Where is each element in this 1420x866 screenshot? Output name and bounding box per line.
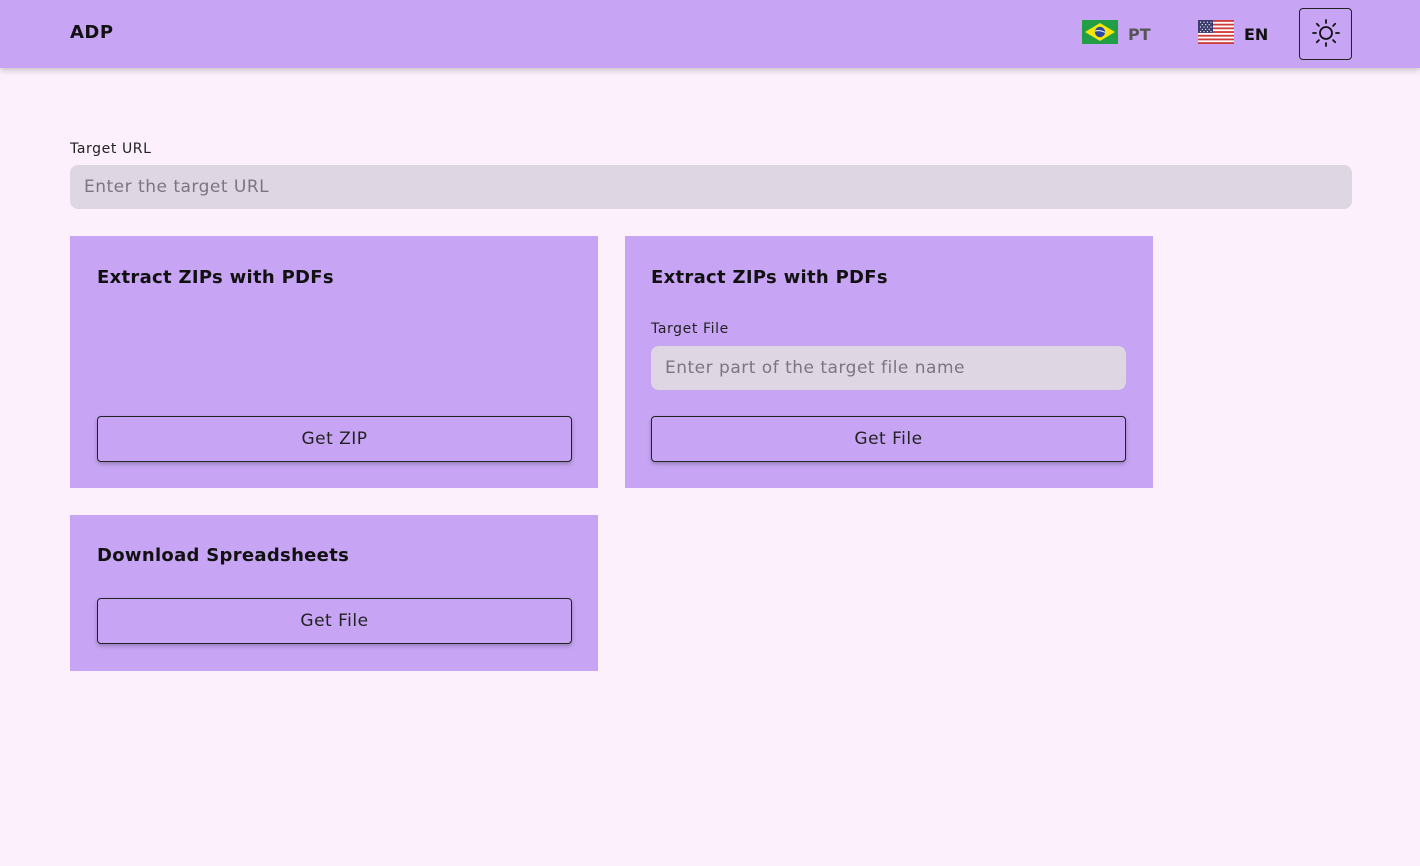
top-navbar: ADP PT EN	[0, 0, 1420, 68]
language-option-en[interactable]: EN	[1198, 20, 1268, 48]
target-url-label: Target URL	[70, 141, 152, 157]
brand-logo-text[interactable]: ADP	[70, 22, 114, 43]
get-file-button[interactable]: Get File	[651, 416, 1126, 462]
language-code-pt: PT	[1128, 24, 1151, 44]
usa-flag-icon	[1198, 20, 1234, 48]
download-spreadsheets-card: Download Spreadsheets Get File	[70, 515, 598, 671]
target-file-label: Target File	[651, 321, 729, 337]
target-url-input[interactable]	[70, 165, 1352, 209]
language-option-pt[interactable]: PT	[1082, 20, 1151, 48]
brazil-flag-icon	[1082, 20, 1118, 48]
language-code-en: EN	[1244, 24, 1269, 44]
sun-icon	[1311, 18, 1341, 51]
card-title: Extract ZIPs with PDFs	[651, 267, 888, 288]
card-title: Extract ZIPs with PDFs	[97, 267, 334, 288]
target-file-input[interactable]	[651, 346, 1126, 390]
extract-zips-card: Extract ZIPs with PDFs Get ZIP	[70, 236, 598, 488]
get-zip-button[interactable]: Get ZIP	[97, 416, 572, 462]
extract-target-file-card: Extract ZIPs with PDFs Target File Get F…	[625, 236, 1153, 488]
card-title: Download Spreadsheets	[97, 545, 350, 566]
get-spreadsheets-button[interactable]: Get File	[97, 598, 572, 644]
theme-toggle-button[interactable]	[1299, 8, 1352, 60]
